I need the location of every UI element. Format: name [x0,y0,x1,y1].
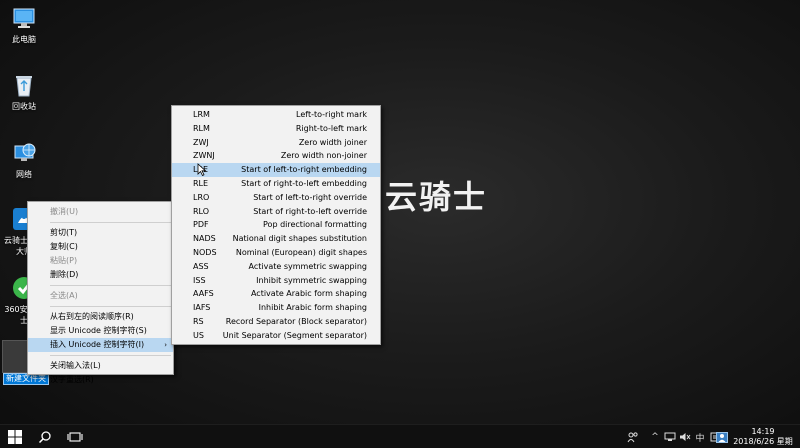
menu-separator [50,222,171,223]
menu-item-close-ime[interactable]: 关闭输入法(L) [28,359,173,373]
unicode-item-zwj[interactable]: ZWJ Zero width joiner [172,136,380,150]
unicode-desc: Unit Separator (Segment separator) [222,330,367,340]
unicode-desc: Activate symmetric swapping [248,261,367,271]
unicode-desc: Start of right-to-left override [253,206,367,216]
menu-item-delete[interactable]: 删除(D) [28,268,173,282]
computer-icon [11,5,37,31]
unicode-code: RLE [193,178,209,188]
desktop-icon-network[interactable]: 网络 [2,140,46,180]
menu-separator [50,306,171,307]
task-view-icon [67,432,83,442]
taskbar: ^ 中 14:19 2018/6/26 星期二 [0,424,800,448]
start-button[interactable] [0,425,30,448]
unicode-code: ZWNJ [193,151,215,161]
unicode-item-ass[interactable]: ASS Activate symmetric swapping [172,260,380,274]
brand-wallpaper-text: 云骑士 [385,178,488,216]
unicode-desc: Nominal (European) digit shapes [235,247,367,257]
desktop[interactable]: 此电脑 回收站 网络 云骑士装机大师 360安全卫士 云骑士 新建文件夹 撤消(… [0,0,800,424]
desktop-icon-label: 网络 [16,170,32,179]
network-tray-icon[interactable] [662,425,678,448]
edit-context-menu: 撤消(U) 剪切(T) 复制(C) 粘贴(P) 删除(D) 全选(A) 从右到左… [27,201,174,384]
unicode-item-nads[interactable]: NADS National digit shapes substitution [172,232,380,246]
unicode-item-iss[interactable]: ISS Inhibit symmetric swapping [172,274,380,288]
unicode-item-pdf[interactable]: PDF Pop directional formatting [172,218,380,232]
menu-separator [50,285,171,286]
unicode-item-rle[interactable]: RLE Start of right-to-left embedding [172,177,380,191]
unicode-code: ASS [193,261,209,271]
clock-time: 14:19 [751,427,775,436]
unicode-desc: Pop directional formatting [263,220,367,230]
unicode-item-rlo[interactable]: RLO Start of right-to-left override [172,205,380,219]
unicode-desc: Right-to-left mark [295,123,367,133]
unicode-desc: Record Separator (Block separator) [225,316,367,326]
unicode-desc: Zero width joiner [298,137,367,147]
unicode-desc: Activate Arabic form shaping [250,289,367,299]
windows-logo-icon [8,430,22,444]
unicode-code: LRO [193,192,210,202]
unicode-item-rs[interactable]: RS Record Separator (Block separator) [172,315,380,329]
menu-item-show-unicode[interactable]: 显示 Unicode 控制字符(S) [28,324,173,338]
unicode-code: US [193,330,204,340]
unicode-desc: Start of left-to-right override [253,192,367,202]
search-icon [38,431,51,444]
tray-overflow-chevron-icon[interactable]: ^ [648,425,662,448]
unicode-code: RLM [193,123,210,133]
desktop-icon-this-pc[interactable]: 此电脑 [2,5,46,45]
submenu-arrow-icon: › [164,341,167,349]
menu-item-cut[interactable]: 剪切(T) [28,226,173,240]
unicode-code: AAFS [193,289,214,299]
menu-item-insert-unicode[interactable]: 插入 Unicode 控制字符(I) › [28,338,173,352]
unicode-desc: Start of right-to-left embedding [241,178,367,188]
menu-item-paste[interactable]: 粘贴(P) [28,254,173,268]
desktop-icon-recycle-bin[interactable]: 回收站 [2,72,46,112]
unicode-desc: Zero width non-joiner [280,151,367,161]
unicode-control-submenu: LRM Left-to-right mark RLM Right-to-left m… [171,105,381,345]
unicode-code: IAFS [193,303,211,313]
unicode-item-lro[interactable]: LRO Start of left-to-right override [172,191,380,205]
menu-item-reconvert[interactable]: 汉字重选(R) [28,373,173,387]
menu-item-rtl-reading[interactable]: 从右到左的阅读顺序(R) [28,310,173,324]
desktop-icon-label: 此电脑 [12,35,36,44]
unicode-item-nods[interactable]: NODS Nominal (European) digit shapes [172,246,380,260]
menu-item-copy[interactable]: 复制(C) [28,240,173,254]
desktop-icon-label: 回收站 [12,102,36,111]
unicode-item-iafs[interactable]: IAFS Inhibit Arabic form shaping [172,301,380,315]
unicode-item-rlm[interactable]: RLM Right-to-left mark [172,122,380,136]
menu-item-select-all[interactable]: 全选(A) [28,289,173,303]
clock-date: 2018/6/26 星期二 [733,437,793,448]
unicode-item-zwnj[interactable]: ZWNJ Zero width non-joiner [172,149,380,163]
people-icon[interactable] [624,425,642,448]
unicode-code: PDF [193,220,209,230]
ime-indicator[interactable]: 中 [692,425,708,448]
recycle-bin-icon [11,72,37,98]
unicode-code: NODS [193,247,217,257]
clock[interactable]: 14:19 2018/6/26 星期二 [730,427,796,448]
menu-item-label: 插入 Unicode 控制字符(I) [50,340,145,349]
unicode-code: NADS [193,234,216,244]
unicode-code: ZWJ [193,137,209,147]
unicode-desc: Start of left-to-right embedding [241,165,367,175]
unicode-code: RLO [193,206,210,216]
unicode-code: RS [193,316,204,326]
unicode-code: LRM [193,110,210,119]
unicode-desc: Inhibit Arabic form shaping [258,303,367,313]
mouse-cursor-icon [197,163,207,176]
menu-separator [50,355,171,356]
volume-icon[interactable] [678,425,692,448]
unicode-desc: Left-to-right mark [296,110,367,119]
search-button[interactable] [30,425,60,448]
unicode-item-aafs[interactable]: AAFS Activate Arabic form shaping [172,287,380,301]
task-view-button[interactable] [60,425,90,448]
unicode-item-us[interactable]: US Unit Separator (Segment separator) [172,329,380,343]
unicode-item-lrm[interactable]: LRM Left-to-right mark [172,108,380,122]
unicode-code: ISS [193,275,206,285]
menu-item-undo[interactable]: 撤消(U) [28,205,173,219]
unicode-desc: National digit shapes substitution [232,234,367,244]
unicode-desc: Inhibit symmetric swapping [256,275,367,285]
network-icon [11,140,37,166]
